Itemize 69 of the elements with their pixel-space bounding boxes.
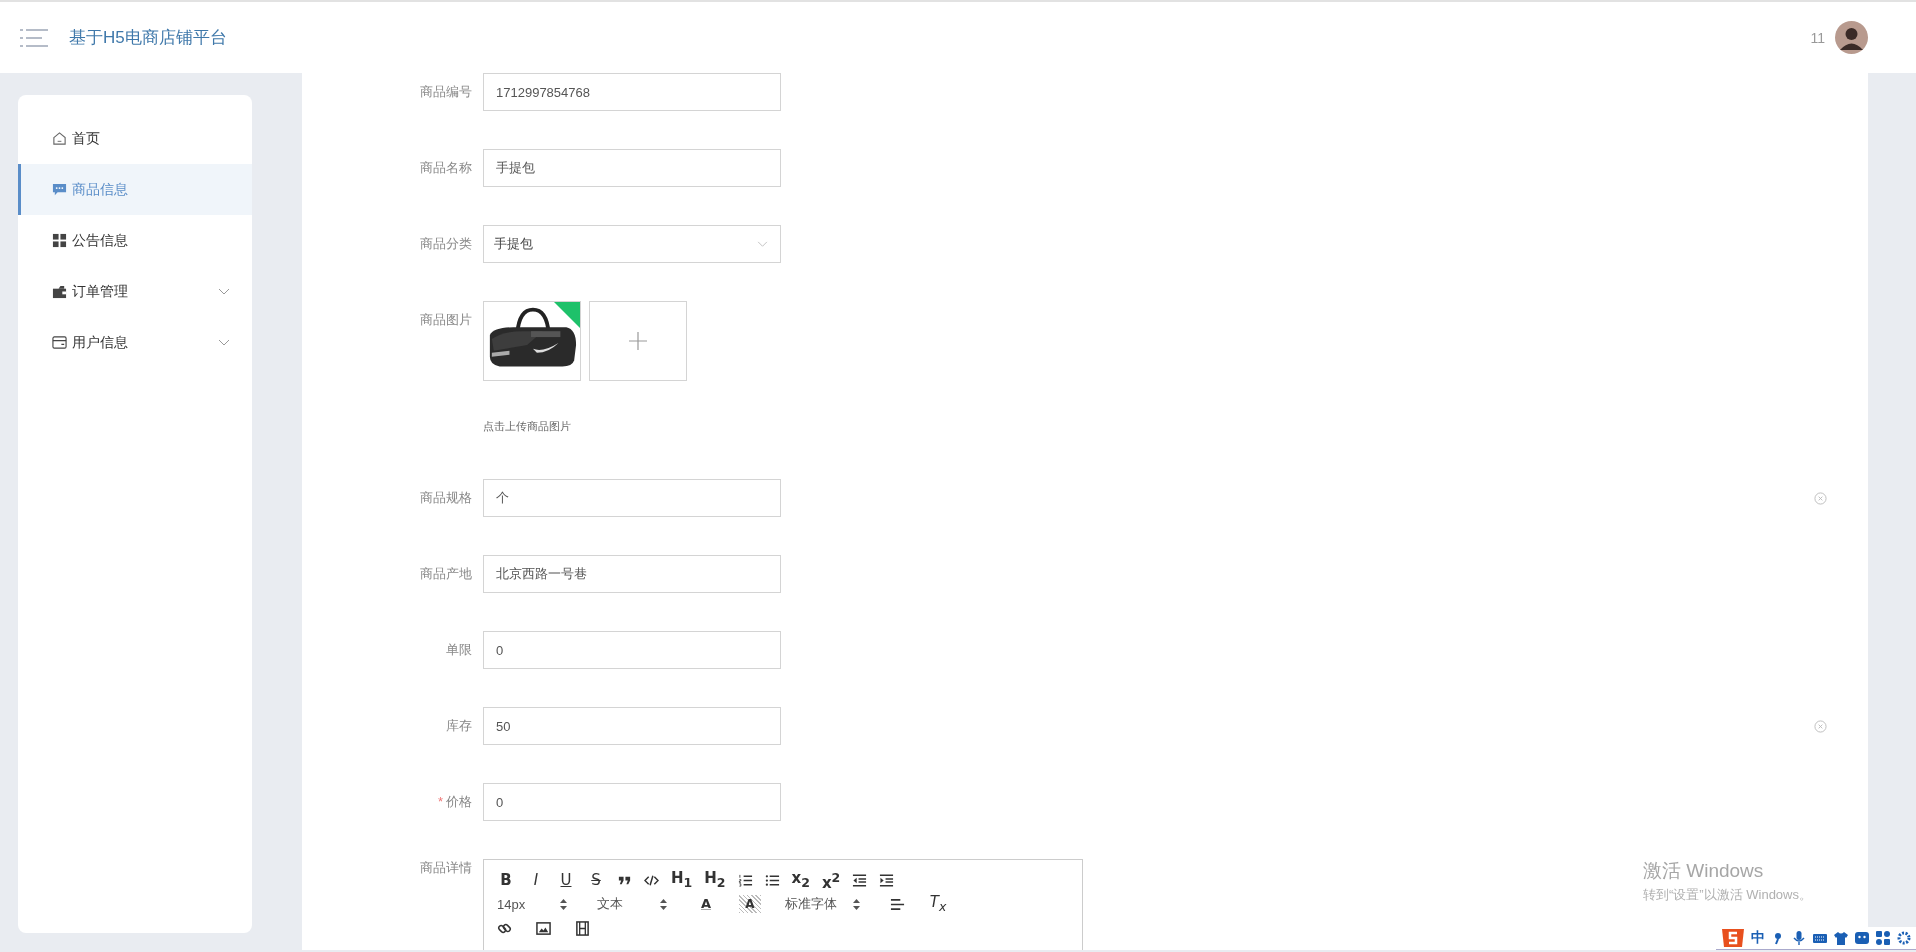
field-label: 商品分类 [419, 235, 473, 253]
toolbar-button[interactable]: A [739, 895, 761, 913]
field-label: 单限 [445, 641, 473, 659]
category-select[interactable]: 手提包 [483, 225, 781, 263]
toolbar-button[interactable]: x$_{2}$ [791, 868, 810, 892]
chevron-down-icon [218, 287, 230, 296]
toolbar-button[interactable]: U [557, 871, 575, 889]
text-field[interactable]: 50 [483, 707, 781, 745]
ime-mode-button[interactable]: 中 [1751, 929, 1765, 947]
app-title: 基于H5电商店铺平台 [69, 27, 227, 49]
align-left-icon[interactable] [890, 896, 905, 912]
text-field[interactable]: 手提包 [483, 149, 781, 187]
sidebar-item[interactable]: 用户信息 [18, 317, 252, 368]
toolbar-button[interactable]: A [697, 895, 715, 913]
chat-icon [52, 182, 67, 197]
home-icon [52, 131, 67, 146]
toolbar-select[interactable]: 标准字体 [785, 895, 866, 913]
plus-icon [628, 331, 648, 351]
film-icon[interactable] [575, 920, 590, 936]
toolbar-button[interactable]: I [527, 871, 545, 889]
toolbar-button[interactable]: B [497, 871, 515, 889]
field-label: 商品产地 [419, 565, 473, 583]
sidebar-item[interactable]: 首页 [18, 113, 252, 164]
required-mark: * [437, 794, 443, 809]
rich-text-editor[interactable]: B I U S H$_{1}$ H$_{2}$ x$_{2}$ x$^{2}$ 14px 文本 A A 标准字体 T$_{x}$ [483, 859, 1083, 950]
field-label: 商品图片 [419, 311, 473, 329]
field-label: 库存 [445, 717, 473, 735]
text-field[interactable]: 0 [483, 783, 781, 821]
toolbar-button[interactable]: T$_{x}$ [929, 892, 947, 916]
image-icon[interactable] [536, 920, 551, 936]
success-corner-icon [554, 302, 580, 328]
bullet-list-icon[interactable] [764, 872, 780, 888]
toolbar-button[interactable]: S [587, 871, 605, 889]
wallet-icon [52, 284, 67, 299]
toolbar-select[interactable]: 文本 [597, 895, 673, 913]
field-label: 商品规格 [419, 489, 473, 507]
grid-icon [52, 233, 67, 248]
grid-icon[interactable] [1875, 930, 1891, 946]
field-label: 价格 [446, 794, 472, 809]
text-field[interactable]: 北京西路一号巷 [483, 555, 781, 593]
emoji-icon[interactable] [1854, 930, 1870, 946]
chevron-down-icon [757, 240, 768, 248]
field-label: 商品名称 [419, 159, 473, 177]
up-down-arrows-icon [660, 898, 667, 910]
outdent-icon[interactable] [852, 872, 868, 888]
up-down-arrows-icon [853, 898, 860, 910]
microphone-icon[interactable] [1791, 930, 1807, 946]
card-icon [52, 335, 67, 350]
toolbar-button[interactable]: H$_{2}$ [704, 868, 726, 892]
shirt-icon[interactable] [1833, 930, 1849, 946]
up-down-arrows-icon [560, 898, 567, 910]
toolbar-select[interactable]: 14px [497, 896, 573, 912]
text-field[interactable]: 0 [483, 631, 781, 669]
field-label: 商品详情 [419, 859, 473, 877]
chevron-down-icon [218, 338, 230, 347]
ime-logo-icon[interactable] [1720, 927, 1746, 949]
upload-hint: 点击上传商品图片 [483, 419, 572, 433]
avatar[interactable] [1835, 21, 1868, 54]
field-label: 商品编号 [419, 83, 473, 101]
activation-title: 激活 Windows [1643, 859, 1765, 883]
text-field[interactable]: 个 [483, 479, 781, 517]
text-field[interactable]: 1712997854768 [483, 73, 781, 111]
toolbar-button[interactable]: x$^{2}$ [821, 868, 841, 892]
sidebar-item[interactable]: 订单管理 [18, 266, 252, 317]
toolbar-button[interactable]: H$_{1}$ [671, 868, 693, 892]
indent-icon[interactable] [879, 872, 895, 888]
sidebar-item[interactable]: 公告信息 [18, 215, 252, 266]
activation-subtitle: 转到“设置”以激活 Windows。 [1643, 886, 1812, 904]
ordered-list-icon[interactable] [737, 872, 753, 888]
